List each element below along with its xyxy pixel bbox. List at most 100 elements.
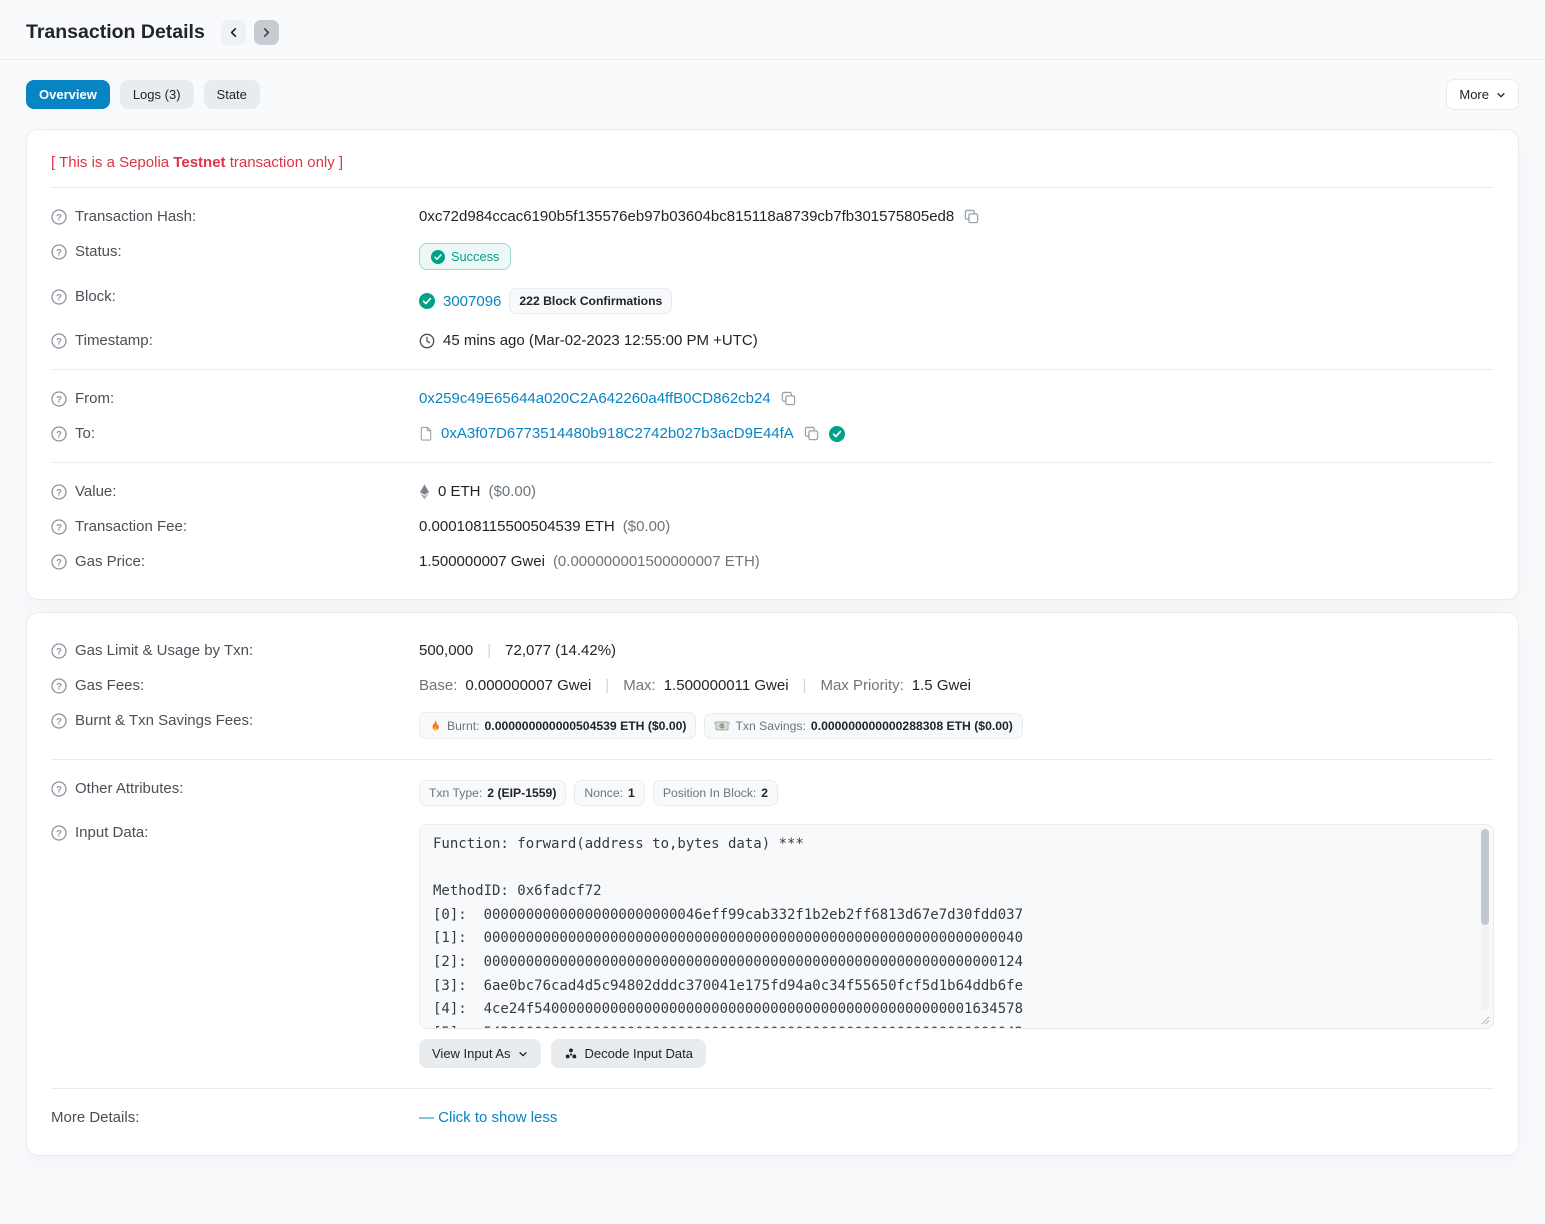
decode-icon — [564, 1047, 578, 1061]
decode-input-data-label: Decode Input Data — [585, 1046, 693, 1061]
scrollbar-thumb[interactable] — [1481, 829, 1489, 925]
gas-limit-value: 500,000 — [419, 642, 473, 659]
row-label-group: ? Gas Price: — [51, 553, 419, 570]
svg-text:$: $ — [721, 723, 724, 729]
tabs: Overview Logs (3) State — [26, 80, 260, 109]
previous-transaction-button[interactable] — [221, 20, 246, 45]
block-number-link[interactable]: 3007096 — [443, 293, 501, 310]
help-icon[interactable]: ? — [51, 209, 67, 225]
input-data-content: Function: forward(address to,bytes data)… — [433, 833, 1469, 1029]
tab-logs[interactable]: Logs (3) — [120, 80, 194, 109]
contract-document-icon — [419, 426, 433, 441]
transaction-hash-label: Transaction Hash: — [75, 208, 196, 225]
eth-icon — [419, 484, 430, 500]
page-header: Transaction Details — [0, 0, 1545, 60]
chevron-right-icon — [261, 27, 272, 38]
row-label-group: ? From: — [51, 390, 419, 407]
clock-icon — [419, 333, 435, 349]
check-circle-icon — [431, 250, 445, 264]
copy-icon[interactable] — [779, 391, 798, 406]
txn-savings-value: 0.000000000000288308 ETH ($0.00) — [811, 719, 1013, 733]
help-icon[interactable]: ? — [51, 484, 67, 500]
decode-input-data-button[interactable]: Decode Input Data — [551, 1039, 706, 1068]
gas-price-eth: (0.000000001500000007 ETH) — [553, 553, 760, 570]
next-transaction-button[interactable] — [254, 20, 279, 45]
svg-text:?: ? — [56, 292, 62, 303]
row-other-attributes: ? Other Attributes: Txn Type: 2 (EIP-155… — [51, 771, 1494, 815]
resize-grip-icon[interactable] — [1481, 1016, 1490, 1025]
help-icon[interactable]: ? — [51, 554, 67, 570]
warning-text-bold: Testnet — [173, 154, 225, 171]
view-input-as-label: View Input As — [432, 1046, 511, 1061]
help-icon[interactable]: ? — [51, 519, 67, 535]
row-from: ? From: 0x259c49E65644a020C2A642260a4ffB… — [51, 381, 1494, 416]
row-label-group: ? Other Attributes: — [51, 780, 419, 797]
input-data-textarea[interactable]: Function: forward(address to,bytes data)… — [419, 824, 1494, 1029]
view-input-as-button[interactable]: View Input As — [419, 1039, 541, 1068]
verified-check-icon — [829, 426, 845, 442]
separator: | — [599, 677, 615, 694]
row-label-group: ? Status: — [51, 243, 419, 260]
burnt-value: 0.000000000000504539 ETH ($0.00) — [485, 719, 687, 733]
transaction-fee-usd: ($0.00) — [623, 518, 671, 535]
svg-text:?: ? — [56, 557, 62, 568]
row-label-group: ? Gas Fees: — [51, 677, 419, 694]
txn-savings-label: Txn Savings: — [735, 719, 805, 733]
value-usd: ($0.00) — [489, 483, 537, 500]
row-label-group: ? Value: — [51, 483, 419, 500]
to-label: To: — [75, 425, 95, 442]
gas-limit-label: Gas Limit & Usage by Txn: — [75, 642, 253, 659]
help-icon[interactable]: ? — [51, 713, 67, 729]
row-gas-limit-usage: ? Gas Limit & Usage by Txn: 500,000 | 72… — [51, 633, 1494, 668]
gas-price-amount: 1.500000007 Gwei — [419, 553, 545, 570]
click-to-show-less-link[interactable]: — Click to show less — [419, 1109, 557, 1126]
row-label-group: ? Gas Limit & Usage by Txn: — [51, 642, 419, 659]
help-icon[interactable]: ? — [51, 289, 67, 305]
row-label-group: ? Transaction Hash: — [51, 208, 419, 225]
txn-type-badge: Txn Type: 2 (EIP-1559) — [419, 780, 566, 806]
row-transaction-hash: ? Transaction Hash: 0xc72d984ccac6190b5f… — [51, 199, 1494, 234]
row-label-group: ? Input Data: — [51, 824, 419, 841]
help-icon[interactable]: ? — [51, 825, 67, 841]
row-label-group: More Details: — [51, 1109, 419, 1126]
help-icon[interactable]: ? — [51, 678, 67, 694]
tab-state[interactable]: State — [204, 80, 260, 109]
details-card: ? Gas Limit & Usage by Txn: 500,000 | 72… — [26, 612, 1519, 1156]
copy-icon[interactable] — [802, 426, 821, 441]
to-address-link[interactable]: 0xA3f07D6773514480b918C2742b027b3acD9E44… — [441, 425, 794, 442]
help-icon[interactable]: ? — [51, 333, 67, 349]
txn-type-label: Txn Type: — [429, 786, 482, 800]
more-dropdown-button[interactable]: More — [1446, 79, 1519, 110]
timestamp-label: Timestamp: — [75, 332, 153, 349]
row-gas-fees: ? Gas Fees: Base: 0.000000007 Gwei | Max… — [51, 668, 1494, 703]
flame-icon — [429, 718, 442, 733]
divider — [51, 369, 1494, 370]
status-label: Status: — [75, 243, 122, 260]
divider — [51, 759, 1494, 760]
svg-text:?: ? — [56, 336, 62, 347]
copy-icon[interactable] — [962, 209, 981, 224]
help-icon[interactable]: ? — [51, 244, 67, 260]
divider — [51, 462, 1494, 463]
help-icon[interactable]: ? — [51, 643, 67, 659]
more-button-label: More — [1459, 87, 1489, 102]
transaction-fee-label: Transaction Fee: — [75, 518, 187, 535]
row-label-group: ? Transaction Fee: — [51, 518, 419, 535]
tab-overview[interactable]: Overview — [26, 80, 110, 109]
help-icon[interactable]: ? — [51, 426, 67, 442]
svg-text:?: ? — [56, 784, 62, 795]
row-block: ? Block: 3007096 222 Block Confirmations — [51, 279, 1494, 323]
burnt-savings-label: Burnt & Txn Savings Fees: — [75, 712, 253, 729]
gas-fees-label: Gas Fees: — [75, 677, 144, 694]
input-data-scrollbar[interactable] — [1481, 829, 1489, 1010]
row-label-group: ? Block: — [51, 288, 419, 305]
from-address-link[interactable]: 0x259c49E65644a020C2A642260a4ffB0CD862cb… — [419, 390, 771, 407]
gas-price-label: Gas Price: — [75, 553, 145, 570]
svg-text:?: ? — [56, 247, 62, 258]
help-icon[interactable]: ? — [51, 781, 67, 797]
position-in-block-badge: Position In Block: 2 — [653, 780, 778, 806]
help-icon[interactable]: ? — [51, 391, 67, 407]
chevron-left-icon — [228, 27, 239, 38]
row-input-data: ? Input Data: Function: forward(address … — [51, 815, 1494, 1077]
row-status: ? Status: Success — [51, 234, 1494, 279]
